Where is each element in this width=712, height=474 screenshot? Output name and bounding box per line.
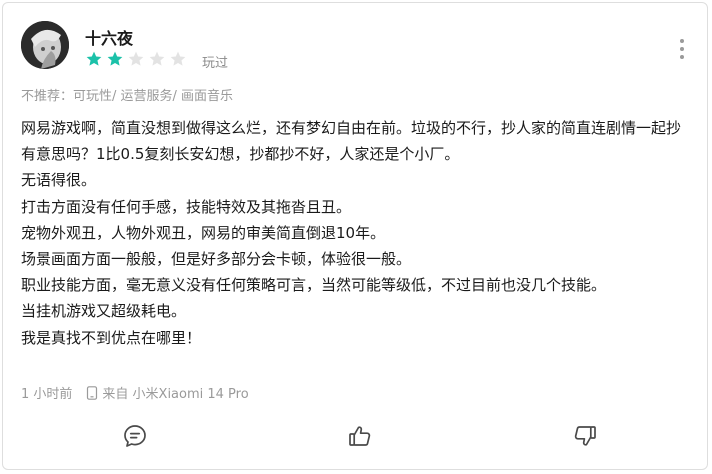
avatar[interactable] bbox=[21, 21, 69, 69]
review-meta: 1 小时前 来自 小米Xiaomi 14 Pro bbox=[21, 383, 249, 402]
thumbs-down-icon bbox=[574, 426, 596, 446]
review-actions bbox=[3, 421, 709, 451]
comment-button[interactable] bbox=[120, 421, 150, 451]
star-empty-icon bbox=[149, 51, 165, 66]
avatar-image bbox=[21, 21, 69, 69]
username[interactable]: 十六夜 bbox=[85, 25, 133, 49]
played-status: 玩过 bbox=[202, 56, 229, 71]
comment-icon bbox=[124, 425, 146, 447]
star-empty-icon bbox=[170, 51, 186, 66]
review-paragraph: 宠物外观丑，人物外观丑，网易的审美简直倒退10年。 bbox=[21, 223, 386, 242]
review-paragraph: 我是真找不到优点在哪里！ bbox=[21, 328, 202, 347]
phone-icon bbox=[87, 385, 98, 400]
star-rating bbox=[85, 50, 187, 68]
review-paragraph: 网易游戏啊，简直没想到做得这么烂，还有梦幻自由在前。垃圾的不行，抄人家的简直连剧… bbox=[21, 119, 682, 164]
device-info: 来自 小米Xiaomi 14 Pro bbox=[102, 387, 249, 402]
review-paragraph: 无语得很。 bbox=[21, 171, 97, 190]
post-time: 1 小时前 bbox=[21, 387, 73, 402]
review-paragraph: 职业技能方面，毫无意义没有任何策略可言，当然可能等级低，不过目前也没几个技能。 bbox=[21, 276, 607, 295]
star-filled-icon bbox=[107, 51, 123, 66]
not-recommended-tags: 不推荐：可玩性/ 运营服务/ 画面音乐 bbox=[21, 89, 234, 104]
like-button[interactable] bbox=[345, 421, 375, 451]
review-paragraph: 当挂机游戏又超级耗电。 bbox=[21, 302, 187, 321]
review-body: 网易游戏啊，简直没想到做得这么烂，还有梦幻自由在前。垃圾的不行，抄人家的简直连剧… bbox=[21, 115, 689, 351]
review-card: 十六夜 玩过 不推荐：可玩性/ 运营服务/ 画面音乐 网易游戏啊，简直没想到做得… bbox=[2, 2, 708, 470]
more-options-icon[interactable] bbox=[679, 39, 685, 59]
dislike-button[interactable] bbox=[570, 421, 600, 451]
review-paragraph: 场景画面方面一般般，但是好多部分会卡顿，体验很一般。 bbox=[21, 250, 412, 269]
review-paragraph: 打击方面没有任何手感，技能特效及其拖沓且丑。 bbox=[21, 197, 352, 216]
star-filled-icon bbox=[86, 51, 102, 66]
thumbs-up-icon bbox=[349, 426, 371, 446]
star-empty-icon bbox=[128, 51, 144, 66]
